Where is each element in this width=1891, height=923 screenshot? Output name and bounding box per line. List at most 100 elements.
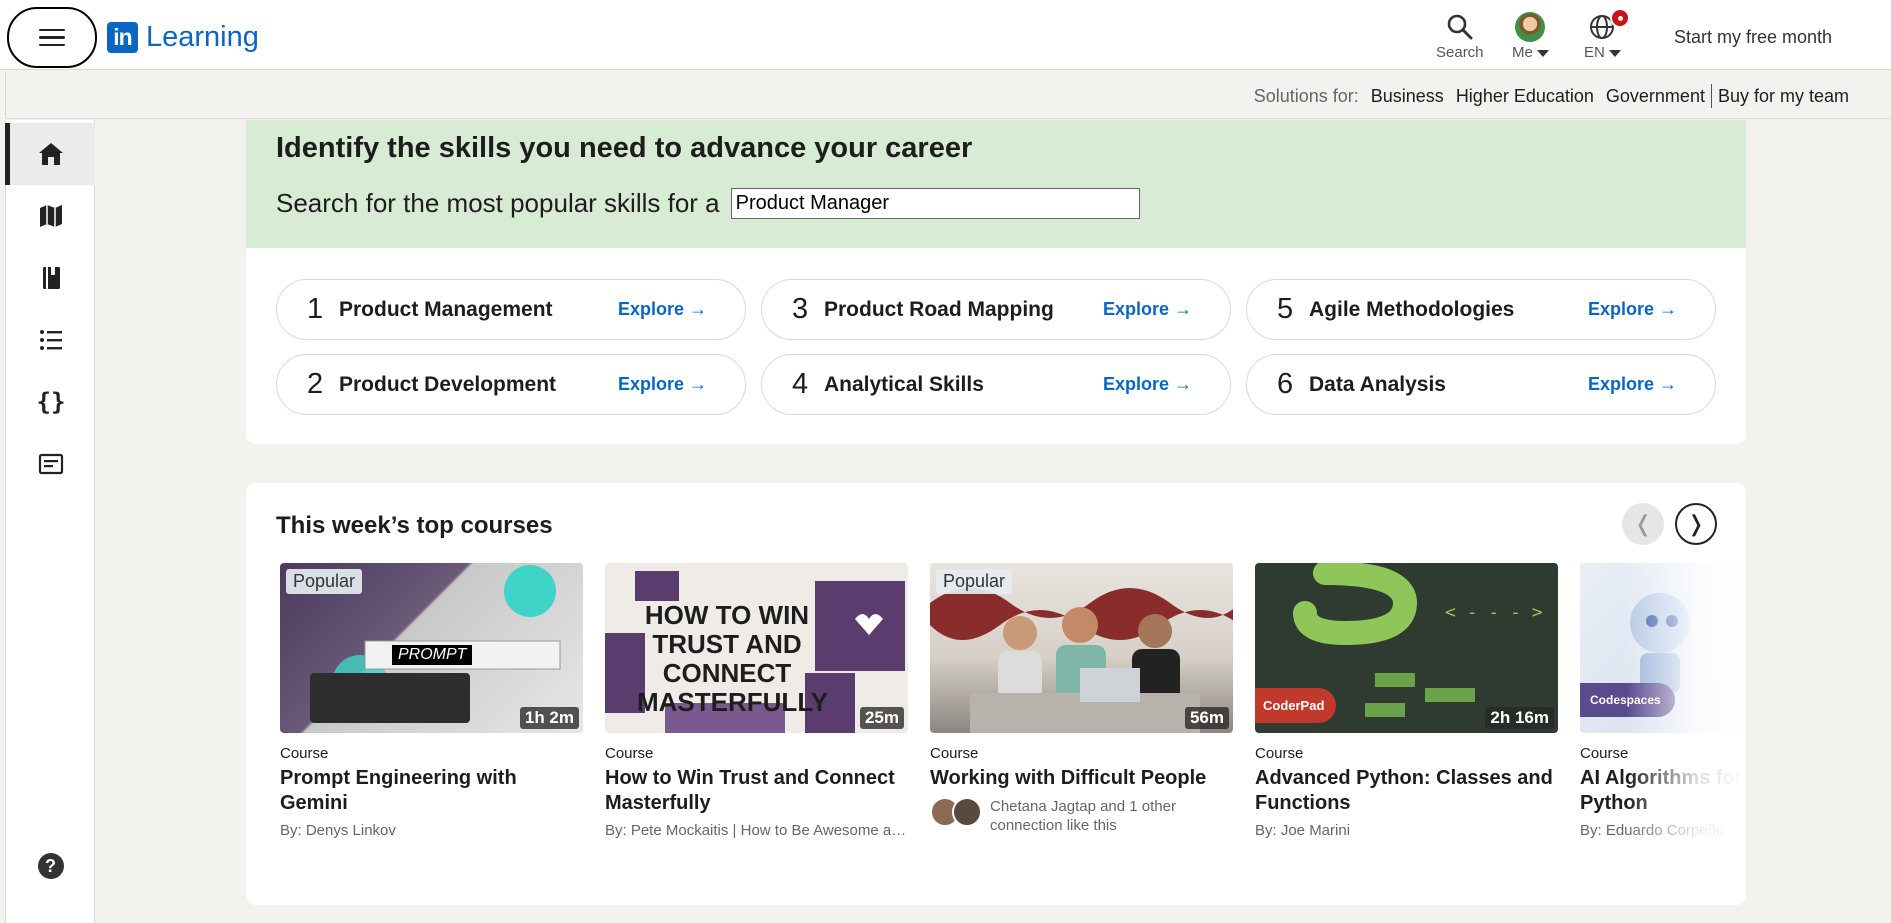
- rail-item-help[interactable]: ?: [6, 835, 95, 897]
- skill-name: Data Analysis: [1309, 372, 1446, 396]
- course-title[interactable]: Prompt Engineering with Gemini: [280, 766, 583, 816]
- course-card[interactable]: HOW TO WIN TRUST AND CONNECT MASTERFULLY…: [605, 563, 908, 839]
- solutions-government-link[interactable]: Government: [1606, 86, 1705, 107]
- course-author: By: Eduardo Corpeño: [1580, 822, 1725, 839]
- duration-badge: 25m: [859, 707, 904, 729]
- explore-link[interactable]: Explore →: [1103, 299, 1192, 320]
- solutions-prefix: Solutions for:: [1253, 85, 1359, 106]
- language-button[interactable]: EN: [1584, 8, 1631, 61]
- course-title[interactable]: AI Algorithms for Gaming with Python: [1580, 766, 1746, 816]
- skill-rank: 2: [307, 368, 324, 400]
- course-thumbnail[interactable]: Popular 56m: [930, 563, 1233, 733]
- skill-name: Product Management: [339, 297, 553, 321]
- buy-for-my-team-link[interactable]: Buy for my team: [1718, 86, 1849, 107]
- connections-row: Chetana Jagtap and 1 other connection li…: [930, 797, 1233, 835]
- caret-down-icon: [1608, 49, 1621, 57]
- me-label: Me: [1512, 44, 1533, 61]
- rail-item-collections[interactable]: [6, 309, 95, 371]
- code-braces-icon: {}: [36, 388, 65, 416]
- course-type: Course: [930, 745, 979, 762]
- popular-badge: Popular: [286, 569, 363, 594]
- menu-button[interactable]: [7, 7, 97, 68]
- course-author: By: Joe Marini: [1255, 822, 1351, 839]
- home-icon: [38, 143, 63, 165]
- carousel-prev-button[interactable]: ❬: [1622, 503, 1664, 545]
- skill-rank: 4: [792, 368, 809, 400]
- explore-link[interactable]: Explore →: [618, 299, 707, 320]
- search-label: Search: [1436, 44, 1484, 61]
- coderpad-logo: CoderPad: [1255, 688, 1337, 723]
- duration-badge: 1h 2m: [519, 707, 579, 729]
- skill-item-2[interactable]: 2 Product Development Explore →: [276, 354, 746, 415]
- thumb-title-text: HOW TO WIN TRUST AND CONNECT MASTERFULLY: [637, 600, 829, 717]
- linkedin-learning-logo[interactable]: in Learning: [107, 21, 259, 54]
- globe-icon: [1588, 8, 1631, 44]
- duration-badge: 2h 16m: [1485, 707, 1554, 729]
- explore-link[interactable]: Explore →: [1103, 374, 1192, 395]
- skills-card: Identify the skills you need to advance …: [246, 120, 1746, 444]
- course-type: Course: [1580, 745, 1629, 762]
- course-title[interactable]: How to Win Trust and Connect Masterfully: [605, 766, 908, 816]
- explore-link[interactable]: Explore →: [618, 374, 707, 395]
- skills-hero: Identify the skills you need to advance …: [246, 120, 1746, 248]
- me-menu-button[interactable]: Me: [1512, 10, 1549, 61]
- thumb-prompt-text: PROMPT: [392, 645, 473, 665]
- explore-link[interactable]: Explore →: [1588, 374, 1677, 395]
- caret-down-icon: [1536, 49, 1549, 57]
- skill-rank: 1: [307, 293, 324, 325]
- course-type: Course: [1255, 745, 1304, 762]
- notification-badge: [1610, 8, 1631, 28]
- course-card[interactable]: < - - - > CoderPad 2h 16m Course Advance…: [1255, 563, 1558, 839]
- course-title[interactable]: Working with Difficult People: [930, 766, 1233, 791]
- skill-name: Analytical Skills: [824, 372, 984, 396]
- course-thumbnail[interactable]: PROMPT Popular 1h 2m: [280, 563, 583, 733]
- course-thumbnail[interactable]: Codespaces: [1580, 563, 1746, 733]
- side-rail: {} ?: [5, 120, 95, 923]
- codespaces-logo: Codespaces: [1580, 683, 1675, 717]
- skill-item-3[interactable]: 3 Product Road Mapping Explore →: [761, 279, 1231, 340]
- skill-item-4[interactable]: 4 Analytical Skills Explore →: [761, 354, 1231, 415]
- skill-name: Product Road Mapping: [824, 297, 1054, 321]
- top-courses-title: This week’s top courses: [276, 512, 553, 539]
- skill-item-1[interactable]: 1 Product Management Explore →: [276, 279, 746, 340]
- skill-item-6[interactable]: 6 Data Analysis Explore →: [1246, 354, 1716, 415]
- divider: [1710, 84, 1712, 108]
- help-icon: ?: [37, 853, 64, 879]
- course-thumbnail[interactable]: HOW TO WIN TRUST AND CONNECT MASTERFULLY…: [605, 563, 908, 733]
- list-icon: [39, 330, 62, 350]
- popular-badge: Popular: [936, 569, 1013, 594]
- solutions-higher-education-link[interactable]: Higher Education: [1456, 86, 1594, 107]
- top-header: in Learning Search Me EN Start my free m…: [0, 0, 1891, 70]
- map-icon: [39, 205, 62, 227]
- course-thumbnail[interactable]: < - - - > CoderPad 2h 16m: [1255, 563, 1558, 733]
- linkedin-logo-icon: in: [107, 22, 138, 53]
- search-button[interactable]: Search: [1436, 10, 1484, 61]
- course-type: Course: [605, 745, 654, 762]
- solutions-business-link[interactable]: Business: [1371, 86, 1444, 107]
- rail-item-code[interactable]: {}: [6, 371, 95, 433]
- course-card[interactable]: PROMPT Popular 1h 2m Course Prompt Engin…: [280, 563, 583, 839]
- skill-name: Agile Methodologies: [1309, 297, 1515, 321]
- skill-item-5[interactable]: 5 Agile Methodologies Explore →: [1246, 279, 1716, 340]
- start-free-month-link[interactable]: Start my free month: [1674, 27, 1832, 48]
- skill-name: Product Development: [339, 372, 557, 396]
- rail-item-library[interactable]: [6, 247, 95, 309]
- course-card[interactable]: Popular 56m Course Working with Difficul…: [930, 563, 1233, 835]
- rail-item-home[interactable]: [5, 123, 95, 185]
- hamburger-icon: [39, 28, 65, 47]
- role-search-input[interactable]: [730, 188, 1140, 219]
- course-author: By: Pete Mockaitis | How to Be Awesome a…: [605, 822, 908, 839]
- connections-text: Chetana Jagtap and 1 other connection li…: [990, 798, 1176, 834]
- carousel-next-button[interactable]: ❭: [1675, 503, 1717, 545]
- search-icon: [1446, 10, 1474, 44]
- explore-link[interactable]: Explore →: [1588, 299, 1677, 320]
- rail-item-paths[interactable]: [6, 185, 95, 247]
- course-card[interactable]: Codespaces Course AI Algorithms for Gami…: [1580, 563, 1746, 839]
- course-title[interactable]: Advanced Python: Classes and Functions: [1255, 766, 1558, 816]
- svg-text:{}: {}: [36, 388, 65, 416]
- skill-rank: 5: [1277, 293, 1294, 325]
- connection-avatar: [952, 797, 982, 827]
- course-type: Course: [280, 745, 329, 762]
- solutions-bar: Solutions for: Business Higher Education…: [5, 71, 1891, 119]
- rail-item-certificates[interactable]: [6, 433, 95, 495]
